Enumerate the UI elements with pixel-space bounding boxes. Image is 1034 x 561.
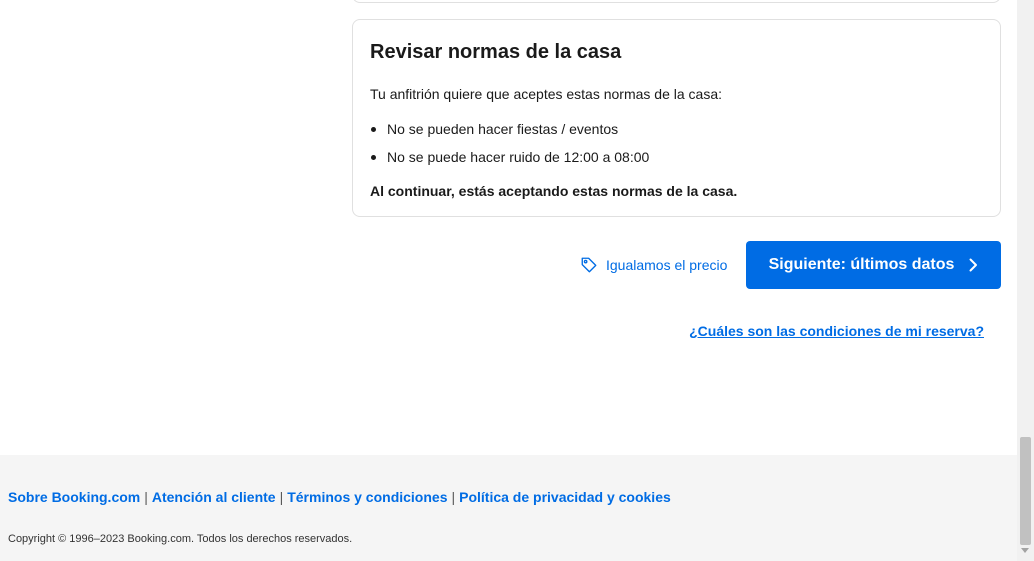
price-match-label: Igualamos el precio bbox=[606, 257, 728, 273]
chevron-right-icon bbox=[968, 258, 978, 272]
house-rules-list: No se pueden hacer fiestas / eventos No … bbox=[370, 120, 984, 166]
price-match-link[interactable]: Igualamos el precio bbox=[580, 255, 727, 275]
previous-card-edge bbox=[352, 0, 1001, 3]
scroll-down-arrow-icon[interactable] bbox=[1021, 548, 1029, 553]
footer-link-customer-service[interactable]: Atención al cliente bbox=[152, 489, 276, 505]
house-rule-item: No se puede hacer ruido de 12:00 a 08:00 bbox=[370, 148, 984, 166]
bullet-icon bbox=[371, 155, 376, 160]
house-rules-accept-note: Al continuar, estás aceptando estas norm… bbox=[370, 183, 738, 199]
next-step-button[interactable]: Siguiente: últimos datos bbox=[746, 241, 1001, 289]
footer-separator: | bbox=[144, 489, 148, 505]
vertical-scrollbar[interactable] bbox=[1017, 0, 1034, 561]
house-rules-card: Revisar normas de la casa Tu anfitrión q… bbox=[352, 19, 1001, 217]
next-step-label: Siguiente: últimos datos bbox=[768, 256, 955, 273]
footer-link-privacy[interactable]: Política de privacidad y cookies bbox=[459, 489, 671, 505]
house-rule-item: No se pueden hacer fiestas / eventos bbox=[370, 120, 984, 138]
copyright-text: Copyright © 1996–2023 Booking.com. Todos… bbox=[8, 533, 353, 545]
page-footer: Sobre Booking.com | Atención al cliente | Té… bbox=[0, 455, 1017, 561]
bullet-icon bbox=[371, 127, 376, 132]
footer-separator: | bbox=[279, 489, 284, 505]
booking-conditions-link[interactable]: ¿Cuáles son las condiciones de mi reserv… bbox=[689, 323, 984, 339]
house-rules-intro: Tu anfitrión quiere que aceptes estas no… bbox=[370, 86, 723, 102]
footer-separator: | bbox=[451, 489, 456, 505]
house-rules-title: Revisar normas de la casa bbox=[370, 41, 622, 63]
footer-link-terms[interactable]: Términos y condiciones bbox=[287, 489, 447, 505]
scrollbar-thumb[interactable] bbox=[1020, 437, 1031, 545]
footer-links: Sobre Booking.com | Atención al cliente | Té… bbox=[8, 489, 671, 505]
tag-icon bbox=[580, 256, 598, 274]
footer-link-about[interactable]: Sobre Booking.com bbox=[8, 489, 140, 505]
